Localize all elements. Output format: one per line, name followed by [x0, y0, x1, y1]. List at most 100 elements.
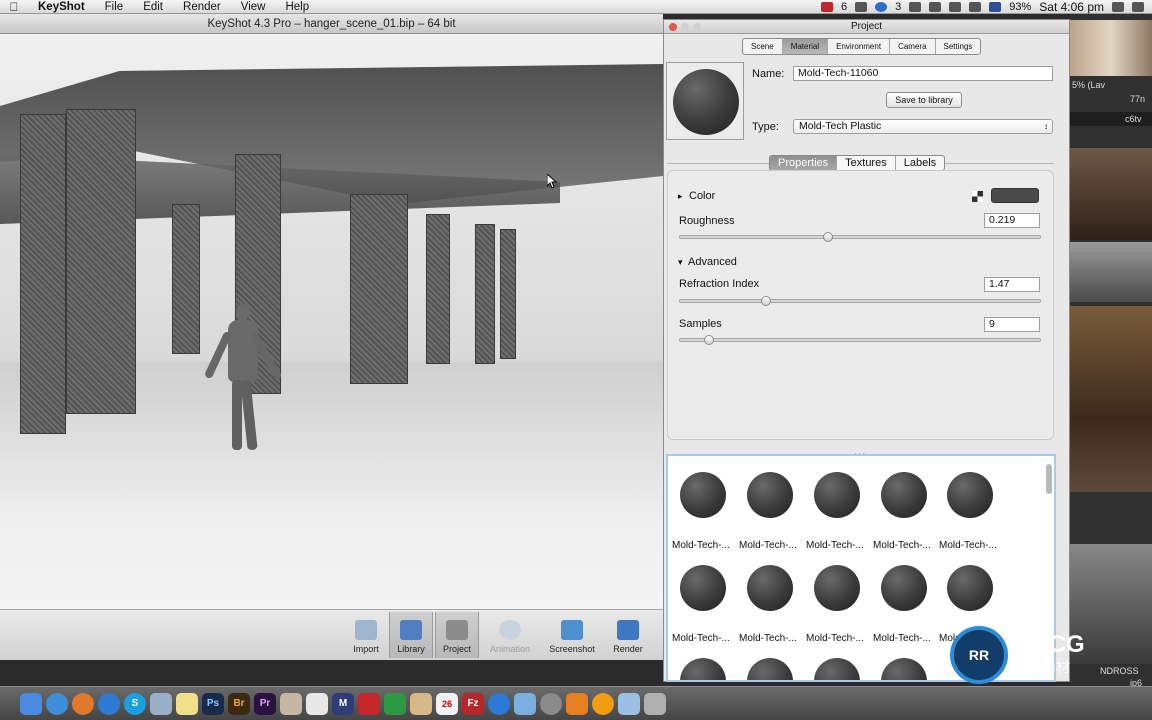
bridge-icon[interactable]: Br	[228, 692, 250, 715]
hangar-pillar	[475, 224, 495, 364]
material-type-select[interactable]: Mold-Tech Plastic ↕	[793, 119, 1053, 134]
battery-percent[interactable]: 93%	[1009, 1, 1031, 13]
library-scrollbar[interactable]	[1046, 464, 1052, 494]
wifi-icon[interactable]	[949, 2, 962, 12]
material-preview[interactable]	[666, 62, 744, 140]
tab-material[interactable]: Material	[782, 39, 829, 54]
library-item[interactable]: Mold-Tech-...	[873, 565, 943, 644]
library-item[interactable]: Mold-Tech-...	[806, 472, 876, 551]
firefox-icon[interactable]	[72, 692, 94, 715]
trash-icon[interactable]	[644, 692, 666, 715]
library-item[interactable]: Mold-Tech-...	[806, 565, 876, 644]
appstore-icon[interactable]	[488, 692, 510, 715]
texture-map-icon[interactable]	[972, 191, 983, 202]
notification-icon[interactable]	[1132, 2, 1144, 12]
tab-environment[interactable]: Environment	[828, 39, 891, 54]
material-name-field[interactable]: Mold-Tech-11060	[793, 66, 1053, 81]
color-disclosure-icon[interactable]: ▸	[678, 191, 683, 202]
tab-properties[interactable]: Properties	[770, 156, 838, 170]
roughness-input[interactable]: 0.219	[984, 213, 1040, 228]
roughness-slider[interactable]	[679, 232, 1041, 242]
library-sphere	[947, 565, 993, 611]
render-viewport[interactable]	[0, 34, 663, 624]
library-item[interactable]: Mold-Tech-...	[739, 565, 809, 644]
adobe-status-icon[interactable]	[821, 2, 833, 12]
volume-icon[interactable]	[969, 2, 982, 12]
safari-icon[interactable]	[46, 692, 68, 715]
menu-app-name[interactable]: KeyShot	[28, 1, 95, 13]
tab-scene[interactable]: Scene	[743, 39, 783, 54]
refraction-slider-knob[interactable]	[761, 296, 772, 306]
refraction-index-input[interactable]: 1.47	[984, 277, 1040, 292]
chrome-icon[interactable]	[98, 692, 120, 715]
advanced-label[interactable]: Advanced	[688, 256, 737, 268]
properties-panel: ▸ Color Roughness 0.219 ▾ Advanced Refra…	[667, 170, 1054, 440]
menu-view[interactable]: View	[231, 1, 276, 13]
settings-icon[interactable]	[540, 692, 562, 715]
library-item[interactable]: Mold-Tech-...	[672, 472, 742, 551]
color-swatch[interactable]	[991, 188, 1039, 203]
preview-icon[interactable]	[306, 692, 328, 715]
library-button[interactable]: Library	[389, 612, 433, 658]
close-icon[interactable]	[669, 23, 677, 31]
screenshot-button[interactable]: Screenshot	[544, 612, 600, 658]
finder-icon[interactable]	[20, 692, 42, 715]
menu-help[interactable]: Help	[275, 1, 319, 13]
save-to-library-button[interactable]: Save to library	[886, 92, 962, 108]
render-button[interactable]: Render	[606, 612, 650, 658]
samples-slider[interactable]	[679, 335, 1041, 345]
library-item[interactable]: Mold-Tech-...	[939, 472, 1009, 551]
menu-edit[interactable]: Edit	[133, 1, 173, 13]
tab-textures[interactable]: Textures	[837, 156, 896, 170]
library-item[interactable]	[806, 658, 876, 680]
timemachine-icon[interactable]	[909, 2, 922, 12]
calendar-icon[interactable]	[410, 692, 432, 715]
monitor-status-icon[interactable]	[855, 2, 868, 12]
ball-icon[interactable]	[592, 692, 614, 715]
tab-settings[interactable]: Settings	[936, 39, 981, 54]
filezilla-icon[interactable]: Fz	[462, 692, 484, 715]
mail-icon[interactable]: M	[332, 692, 354, 715]
import-button[interactable]: Import	[345, 612, 387, 658]
animation-button[interactable]: Animation	[484, 612, 536, 658]
files-icon[interactable]	[384, 692, 406, 715]
refraction-index-label: Refraction Index	[679, 278, 760, 290]
background-photo	[1070, 20, 1152, 76]
samples-input[interactable]: 9	[984, 317, 1040, 332]
finder-icon[interactable]	[514, 692, 536, 715]
premiere-icon[interactable]: Pr	[254, 692, 276, 715]
skype-icon[interactable]: S	[124, 692, 146, 715]
library-item[interactable]: Mold-Tech-...	[672, 565, 742, 644]
tab-camera[interactable]: Camera	[890, 39, 936, 54]
notes-icon[interactable]	[176, 692, 198, 715]
menu-file[interactable]: File	[95, 1, 134, 13]
project-button[interactable]: Project	[435, 612, 479, 658]
vlc-icon[interactable]	[566, 692, 588, 715]
folder-icon[interactable]	[618, 692, 640, 715]
sync-status-icon[interactable]	[875, 2, 888, 12]
app-icon[interactable]	[150, 692, 172, 715]
library-item[interactable]: Mold-Tech-...	[739, 472, 809, 551]
zoom-icon[interactable]	[693, 23, 701, 31]
menu-render[interactable]: Render	[173, 1, 231, 13]
spotlight-icon[interactable]	[1112, 2, 1124, 12]
samples-slider-knob[interactable]	[703, 335, 714, 345]
bluetooth-icon[interactable]	[929, 2, 942, 12]
input-flag-icon[interactable]	[989, 2, 1002, 12]
apple-icon[interactable]: 	[0, 0, 28, 14]
library-item[interactable]	[672, 658, 742, 680]
refraction-index-slider[interactable]	[679, 296, 1041, 306]
library-item[interactable]: Mold-Tech-...	[873, 472, 943, 551]
hangar-pillar	[350, 194, 408, 384]
clock[interactable]: Sat 4:06 pm	[1039, 0, 1104, 14]
library-item[interactable]	[873, 658, 943, 680]
minimize-icon[interactable]	[681, 23, 689, 31]
photoshop-icon[interactable]: Ps	[202, 692, 224, 715]
excel-icon[interactable]	[358, 692, 380, 715]
maps-icon[interactable]	[280, 692, 302, 715]
calendar-icon[interactable]: 26	[436, 692, 458, 715]
library-item[interactable]	[739, 658, 809, 680]
tab-labels[interactable]: Labels	[896, 156, 944, 170]
advanced-disclosure-icon[interactable]: ▾	[678, 257, 683, 268]
roughness-slider-knob[interactable]	[822, 232, 833, 242]
